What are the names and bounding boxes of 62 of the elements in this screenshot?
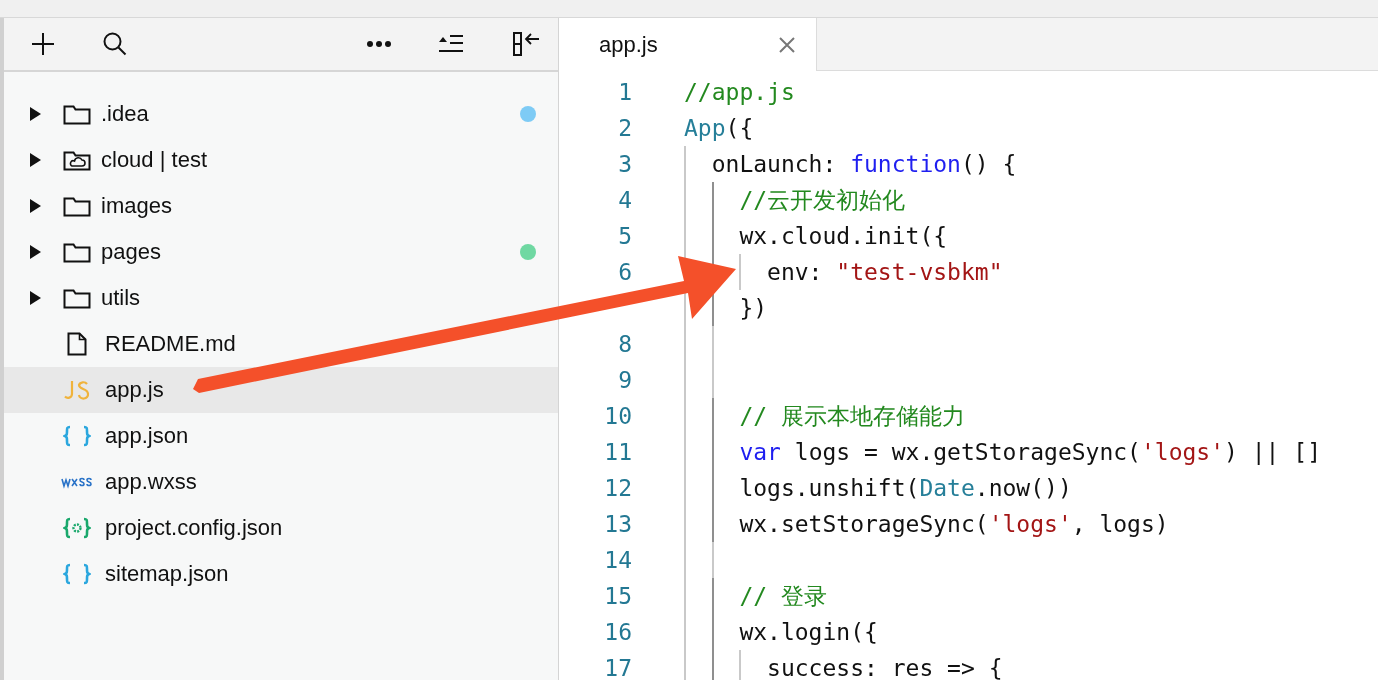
- code-line: //app.js: [684, 78, 795, 107]
- editor-tab[interactable]: app.js: [559, 18, 817, 71]
- line-number: 13: [603, 511, 632, 537]
- sidebar-collapse-icon[interactable]: [512, 31, 540, 57]
- line-number: 12: [603, 475, 632, 501]
- file-tree-item[interactable]: app.js: [4, 367, 558, 413]
- gear-braces-icon: [63, 517, 91, 539]
- plus-icon[interactable]: [30, 31, 56, 57]
- line-number: 17: [603, 655, 632, 680]
- code-line: //云开发初始化: [684, 182, 906, 218]
- code-line: wx.cloud.init({: [684, 218, 948, 254]
- more-icon[interactable]: [366, 40, 392, 48]
- code-line: onLaunch: function() {: [684, 146, 1017, 182]
- expand-arrow-icon[interactable]: [28, 244, 42, 260]
- expand-arrow-icon[interactable]: [28, 290, 42, 306]
- expand-arrow-icon[interactable]: [28, 152, 42, 168]
- braces-icon: [63, 563, 91, 585]
- file-tree-item[interactable]: cloud | test: [4, 137, 558, 183]
- file-icon: [67, 332, 87, 356]
- folder-icon: [63, 195, 91, 217]
- file-tree-item[interactable]: app.json: [4, 413, 558, 459]
- file-tree-item[interactable]: pages: [4, 229, 558, 275]
- expand-arrow-icon[interactable]: [28, 106, 42, 122]
- file-tree-item[interactable]: app.wxss: [4, 459, 558, 505]
- line-number: 4: [617, 187, 632, 213]
- code-line: var logs = wx.getStorageSync('logs') || []: [684, 434, 1321, 470]
- search-icon[interactable]: [102, 31, 128, 57]
- code-line: wx.setStorageSync('logs', logs): [684, 506, 1169, 542]
- file-tree-item[interactable]: .idea: [4, 91, 558, 137]
- line-number: 16: [603, 619, 632, 645]
- wxss-file-icon: [61, 475, 93, 489]
- line-number: 15: [603, 583, 632, 609]
- folder-icon: [63, 287, 91, 309]
- expand-arrow-icon[interactable]: [28, 198, 42, 214]
- braces-icon: [63, 425, 91, 447]
- file-tree-item[interactable]: sitemap.json: [4, 551, 558, 597]
- code-line: wx.login({: [684, 614, 878, 650]
- js-file-icon: [63, 379, 91, 401]
- cloud-folder-icon: [63, 149, 91, 171]
- line-number: 14: [603, 547, 632, 573]
- close-icon[interactable]: [778, 35, 796, 54]
- file-tree-item[interactable]: README.md: [4, 321, 558, 367]
- code-line: logs.unshift(Date.now()): [684, 470, 1072, 506]
- code-line: // 登录: [684, 578, 827, 614]
- file-tree-item[interactable]: utils: [4, 275, 558, 321]
- line-number: 11: [603, 439, 632, 465]
- collapse-all-icon[interactable]: [438, 34, 464, 54]
- folder-icon: [63, 241, 91, 263]
- file-tree-item[interactable]: images: [4, 183, 558, 229]
- line-number: 10: [603, 403, 632, 429]
- line-number: 2: [617, 115, 632, 141]
- folder-icon: [63, 103, 91, 125]
- code-line: // 展示本地存储能力: [684, 398, 965, 434]
- line-number: 5: [617, 223, 632, 249]
- line-number: 1: [617, 79, 632, 105]
- line-number: 6: [617, 259, 632, 285]
- line-number: 8: [617, 331, 632, 357]
- line-number: 3: [617, 151, 632, 177]
- code-line: App({: [684, 114, 754, 143]
- file-tree-item[interactable]: project.config.json: [4, 505, 558, 551]
- line-number: 9: [617, 367, 632, 393]
- code-line: success: res => {: [684, 650, 1003, 680]
